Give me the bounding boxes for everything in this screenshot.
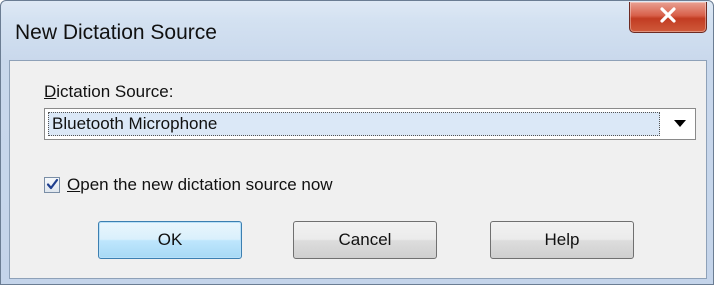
title-bar[interactable]: New Dictation Source [1,1,713,61]
dictation-source-selected-value: Bluetooth Microphone [48,112,660,136]
dictation-source-label-mnemonic: D [44,82,57,101]
open-now-option[interactable]: Open the new dictation source now [44,174,333,196]
checkmark-icon [46,178,59,196]
dialog-body: Dictation Source: Bluetooth Microphone O… [9,60,707,279]
dialog-title: New Dictation Source [15,21,217,44]
dropdown-arrow[interactable] [665,109,695,139]
open-now-label-text: pen the new dictation source now [80,175,333,194]
open-now-checkbox[interactable] [44,177,60,193]
dictation-source-label-text: ictation Source: [56,82,174,101]
help-button[interactable]: Help [490,221,634,259]
dictation-source-dropdown[interactable]: Bluetooth Microphone [44,108,696,140]
cancel-button[interactable]: Cancel [293,221,437,259]
dialog-window: New Dictation Source Dictation Source: B… [0,0,714,285]
open-now-label-mnemonic: O [67,175,81,194]
close-button[interactable] [629,2,707,33]
ok-button[interactable]: OK [98,221,242,259]
dictation-source-label: Dictation Source: [44,82,173,102]
open-now-label: Open the new dictation source now [67,175,333,195]
chevron-down-icon [674,115,686,133]
close-icon [659,6,677,28]
